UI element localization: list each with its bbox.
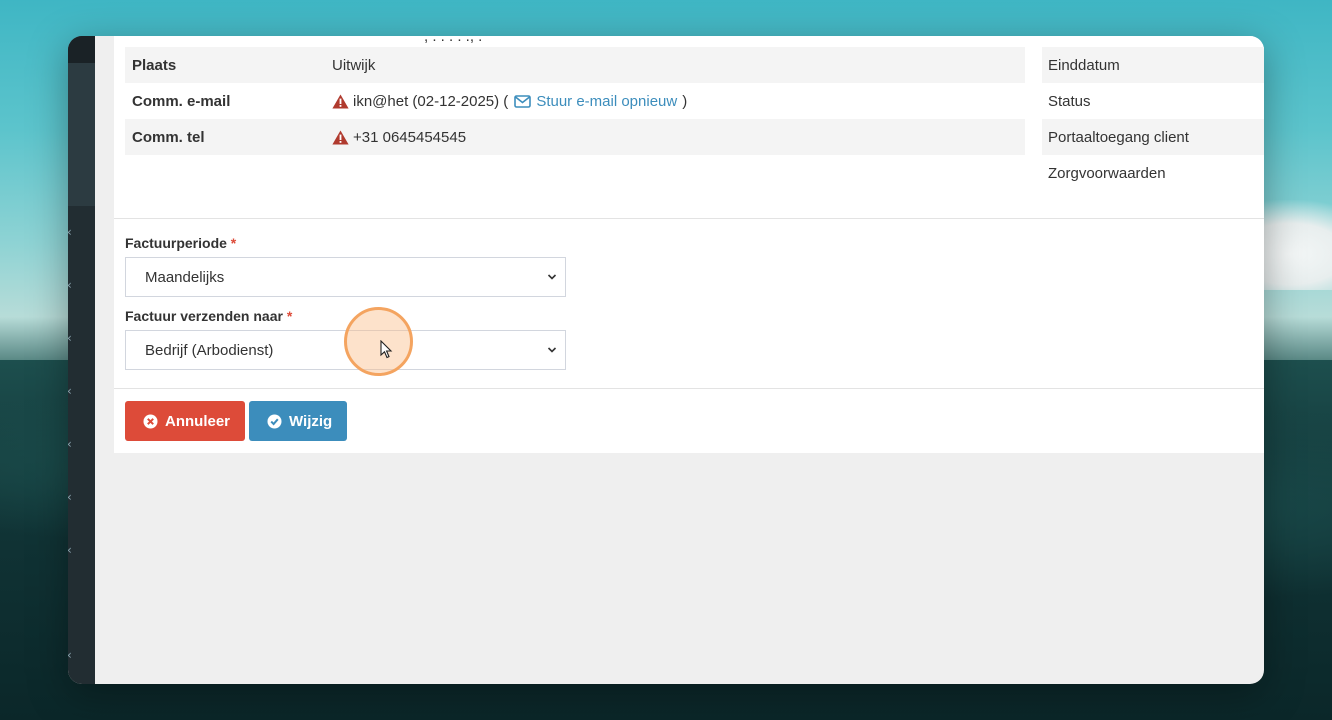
place-value: Uitwijk — [332, 56, 376, 74]
table-row: Plaats Uitwijk — [125, 47, 1025, 83]
table-row: Comm. e-mail ikn@het (02-12-2025) ( Stuu… — [125, 83, 1025, 119]
detail-label: Plaats — [132, 56, 177, 74]
times-circle-icon — [143, 414, 158, 428]
detail-label: Zorgvoorwaarden — [1048, 164, 1166, 182]
invoice-period-value: Maandelijks — [145, 268, 225, 286]
send-invoice-to-value: Bedrijf (Arbodienst) — [145, 341, 274, 359]
chevron-left-icon[interactable]: ‹ — [68, 279, 75, 291]
click-highlight — [344, 307, 413, 376]
send-invoice-to-label: Factuur verzenden naar * — [125, 308, 292, 324]
main-content: , . . . . ., . Plaats Uitwijk Comm. e-ma… — [95, 36, 1264, 684]
details-card: , . . . . ., . Plaats Uitwijk Comm. e-ma… — [114, 36, 1264, 453]
cancel-button[interactable]: Annuleer — [125, 401, 245, 441]
sidebar-active-section — [68, 63, 95, 206]
detail-label: Status — [1048, 92, 1091, 110]
mouse-pointer-icon — [380, 340, 393, 359]
table-row: Zorgvoorwaarden — [1042, 155, 1264, 191]
envelope-icon[interactable] — [514, 94, 532, 108]
required-marker: * — [286, 308, 293, 324]
chevron-left-icon[interactable]: ‹ — [68, 438, 75, 450]
chevron-left-icon[interactable]: ‹ — [68, 226, 75, 238]
chevron-left-icon[interactable]: ‹ — [68, 385, 75, 397]
section-divider — [114, 218, 1264, 219]
warning-triangle-icon — [332, 94, 349, 108]
email-value: ikn@het (02-12-2025) ( — [353, 92, 509, 110]
table-row: Portaaltoegang client — [1042, 119, 1264, 155]
chevron-left-icon[interactable]: ‹ — [68, 649, 75, 661]
table-row: Status — [1042, 83, 1264, 119]
table-row: Einddatum — [1042, 47, 1264, 83]
invoice-period-label: Factuurperiode * — [125, 235, 236, 251]
chevron-down-icon — [547, 347, 557, 353]
warning-triangle-icon — [332, 130, 349, 144]
detail-value: ikn@het (02-12-2025) ( Stuur e-mail opni… — [332, 93, 687, 110]
chevron-left-icon[interactable]: ‹ — [68, 332, 75, 344]
detail-label: Comm. tel — [132, 128, 205, 146]
sidebar-header — [68, 36, 95, 63]
section-divider — [114, 388, 1264, 389]
app-window: ‹ ‹ ‹ ‹ ‹ ‹ ‹ ‹ , . . . . ., . Plaats Ui… — [68, 36, 1264, 684]
chevron-left-icon[interactable]: ‹ — [68, 544, 75, 556]
chevron-left-icon[interactable]: ‹ — [68, 491, 75, 503]
detail-label: Portaaltoegang client — [1048, 128, 1189, 146]
invoice-period-select[interactable]: Maandelijks — [125, 257, 566, 297]
resend-email-link[interactable]: Stuur e-mail opnieuw — [536, 93, 677, 110]
save-button[interactable]: Wijzig — [249, 401, 347, 441]
save-button-label: Wijzig — [289, 412, 333, 430]
table-row: Comm. tel +31 0645454545 — [125, 119, 1025, 155]
details-table-left: Plaats Uitwijk Comm. e-mail ikn@het (02-… — [125, 47, 1025, 155]
detail-value: Uitwijk — [332, 57, 375, 74]
cut-off-text: , . . . . ., . — [424, 36, 483, 45]
invoice-period-label-text: Factuurperiode — [125, 235, 227, 251]
phone-value: +31 0645454545 — [353, 128, 467, 146]
check-circle-icon — [267, 414, 282, 428]
detail-label: Einddatum — [1048, 56, 1120, 74]
cancel-button-label: Annuleer — [165, 412, 231, 430]
email-suffix: ) — [682, 92, 688, 110]
send-invoice-to-label-text: Factuur verzenden naar — [125, 308, 283, 324]
detail-value: +31 0645454545 — [332, 129, 466, 146]
details-table-right: Einddatum Status Portaaltoegang client Z… — [1042, 47, 1264, 191]
sidebar: ‹ ‹ ‹ ‹ ‹ ‹ ‹ ‹ — [68, 36, 95, 684]
detail-label: Comm. e-mail — [132, 92, 231, 110]
required-marker: * — [230, 235, 237, 251]
chevron-down-icon — [547, 274, 557, 280]
